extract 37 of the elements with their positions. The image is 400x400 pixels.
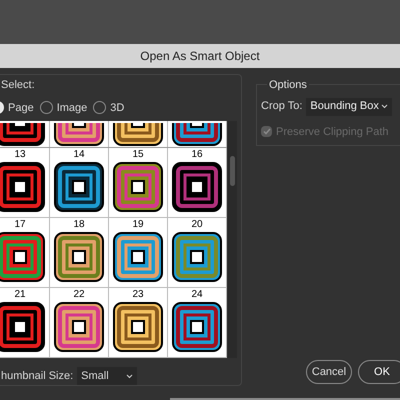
shape-thumbnail-drawing [171,161,223,213]
shape-thumbnail-drawing [112,231,164,283]
window-title: Open As Smart Object [140,48,260,65]
shape-thumbnail-drawing [53,161,105,213]
checkbox-label: Preserve Clipping Path [276,124,389,140]
select-label: Select: [0,78,36,93]
thumbnail-size-dropdown[interactable]: Small [77,367,138,385]
thumbnail-number: 18 [73,218,85,231]
thumbnail-size-label: humbnail Size: [1,368,74,384]
crop-to-dropdown[interactable]: Bounding Box [306,98,392,116]
shape-thumbnail-drawing [112,301,164,353]
thumbnail-number: 24 [191,288,203,301]
radio-option[interactable]: 3D [93,100,124,116]
crop-to-label: Crop To: [261,99,302,114]
options-title: Options [267,77,309,94]
radio-option[interactable]: Image [40,100,88,116]
chevron-down-icon [126,374,134,378]
shape-thumbnail-drawing [112,161,164,213]
thumbnail-number: 20 [191,218,203,231]
cancel-button[interactable]: Cancel [306,360,352,384]
thumbnail-number: 21 [14,288,26,301]
thumbnail-number: 22 [73,288,85,301]
thumbnail-number: 14 [73,148,85,161]
checkmark-icon [262,128,270,136]
thumbnail-number: 17 [14,218,26,231]
shape-thumbnail-drawing [171,301,223,353]
thumbnail-number: 15 [132,148,144,161]
thumbnail-number: 23 [132,288,144,301]
shape-thumbnail-drawing [171,231,223,283]
thumbnail-number: 19 [132,218,144,231]
shape-thumbnail-drawing [53,231,105,283]
shape-thumbnail-drawing [53,301,105,353]
radio-option[interactable]: Page [0,100,34,116]
thumbnail-number: 13 [14,148,26,161]
thumbnail-number: 16 [191,148,203,161]
chevron-down-icon [381,104,388,109]
ok-button[interactable]: OK [358,360,400,384]
